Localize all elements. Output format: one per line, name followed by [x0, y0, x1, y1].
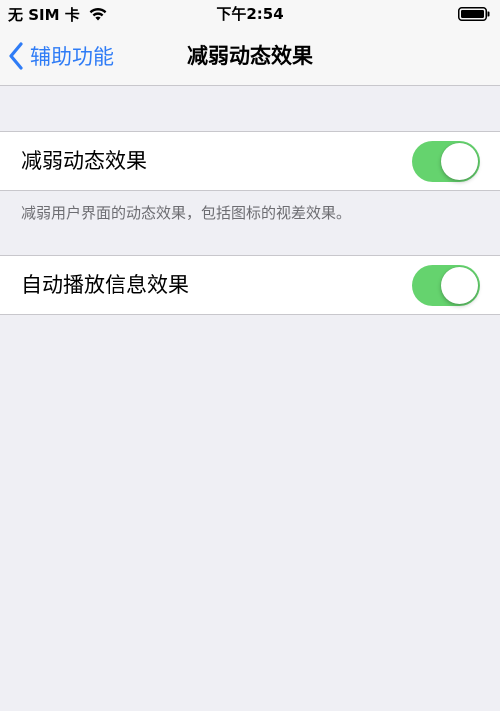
reduce-motion-footer: 减弱用户界面的动态效果，包括图标的视差效果。	[21, 204, 352, 222]
auto-play-effects-cell: 自动播放信息效果	[0, 256, 500, 314]
settings-group-reduce-motion: 减弱动态效果	[0, 131, 500, 191]
reduce-motion-cell: 减弱动态效果	[0, 132, 500, 190]
reduce-motion-label: 减弱动态效果	[21, 149, 147, 173]
toggle-knob	[441, 267, 478, 304]
battery-full-icon	[458, 7, 490, 21]
status-bar: 无 SIM 卡 下午2:54	[0, 0, 500, 28]
auto-play-effects-label: 自动播放信息效果	[21, 273, 189, 297]
auto-play-effects-toggle[interactable]	[412, 265, 480, 306]
toggle-knob	[441, 143, 478, 180]
settings-group-auto-play: 自动播放信息效果	[0, 255, 500, 315]
page-title: 减弱动态效果	[187, 44, 313, 68]
status-time: 下午2:54	[216, 5, 284, 23]
reduce-motion-toggle[interactable]	[412, 141, 480, 182]
navigation-bar: 辅助功能 减弱动态效果	[0, 28, 500, 86]
